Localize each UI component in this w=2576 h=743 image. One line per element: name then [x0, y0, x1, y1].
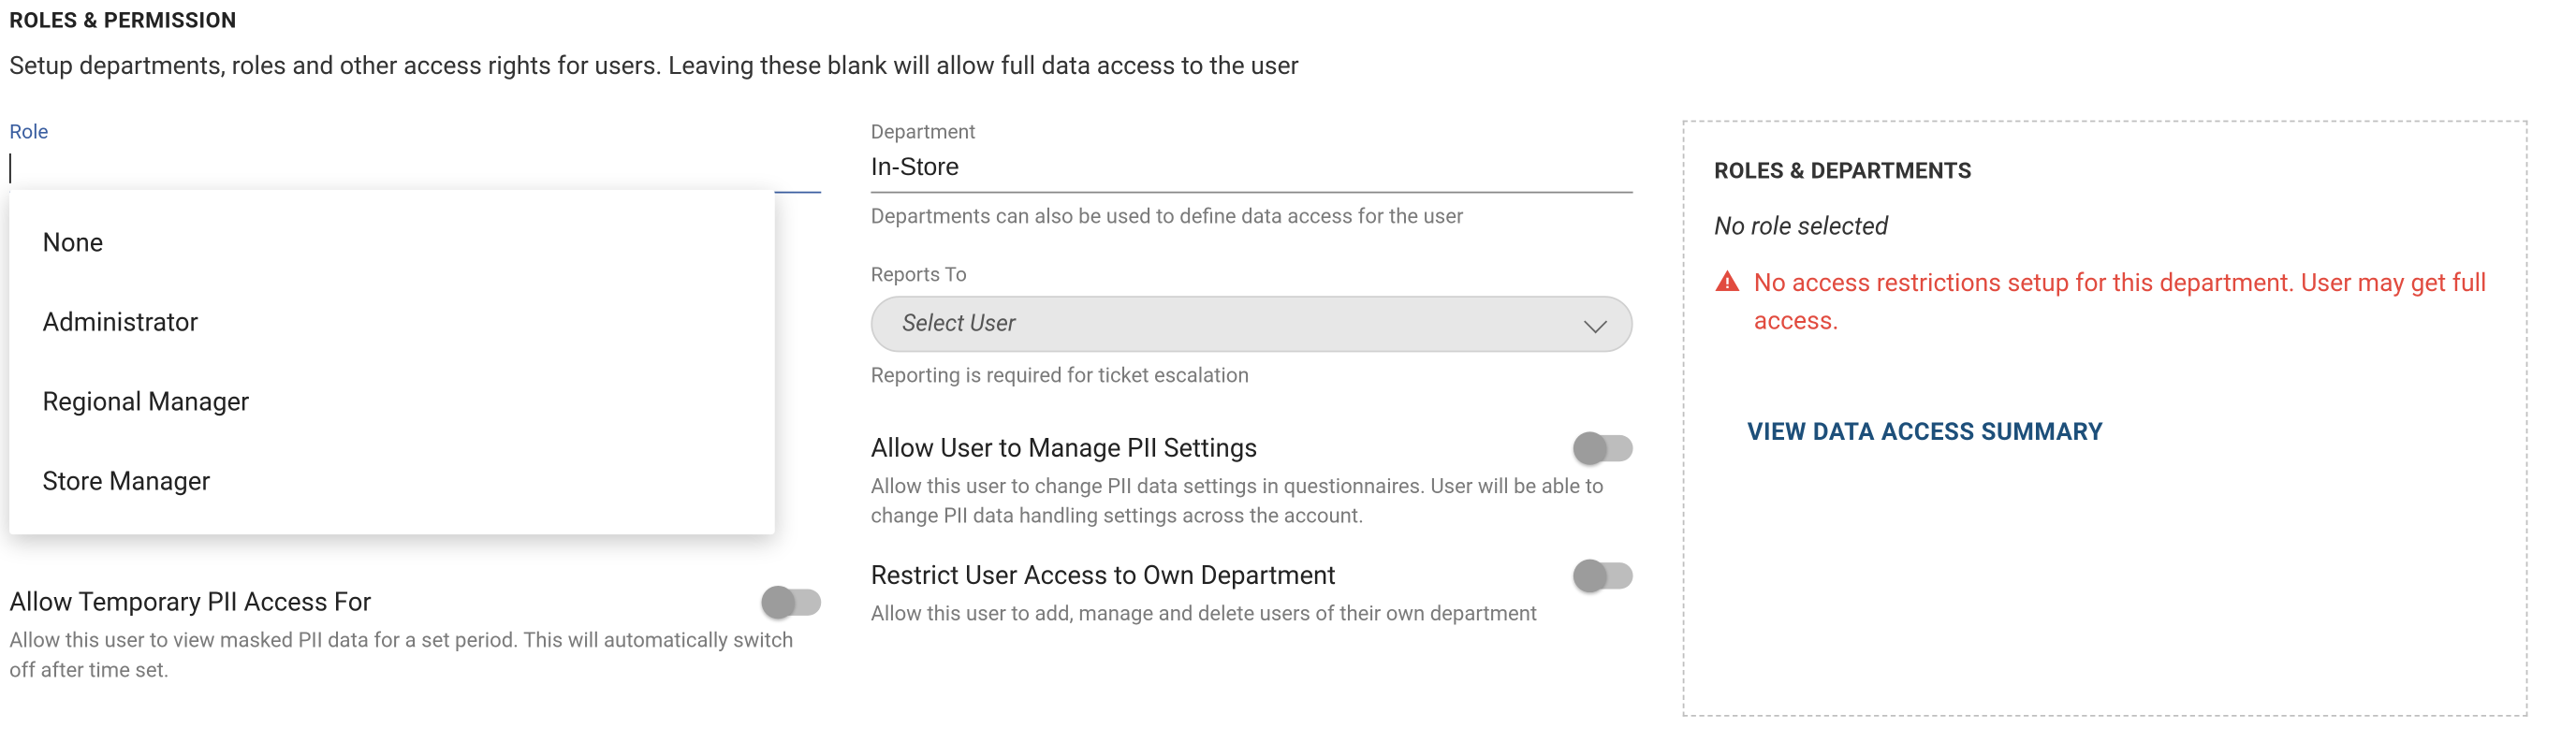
role-option-administrator[interactable]: Administrator: [9, 283, 775, 362]
department-hint: Departments can also be used to define d…: [871, 203, 1632, 232]
role-label: Role: [9, 121, 821, 144]
role-option-store-manager[interactable]: Store Manager: [9, 442, 775, 521]
role-input[interactable]: [9, 147, 821, 194]
warning-icon: [1714, 268, 1740, 294]
department-label: Department: [871, 121, 1632, 144]
role-option-regional-manager[interactable]: Regional Manager: [9, 362, 775, 442]
restrict-dept-toggle[interactable]: [1576, 562, 1632, 589]
role-dropdown: None Administrator Regional Manager Stor…: [9, 190, 775, 534]
reports-to-select[interactable]: Select User: [871, 295, 1632, 351]
section-description: Setup departments, roles and other acces…: [9, 51, 2576, 80]
summary-title: ROLES & DEPARTMENTS: [1714, 158, 2496, 184]
temp-pii-title: Allow Temporary PII Access For: [9, 588, 372, 618]
restrict-dept-title: Restrict User Access to Own Department: [871, 561, 1336, 590]
pii-manage-hint: Allow this user to change PII data setti…: [871, 473, 1632, 532]
text-caret: [9, 153, 11, 182]
pii-manage-toggle[interactable]: [1576, 435, 1632, 461]
reports-to-hint: Reporting is required for ticket escalat…: [871, 361, 1632, 390]
chevron-down-icon: [1584, 309, 1607, 332]
summary-panel: ROLES & DEPARTMENTS No role selected No …: [1683, 121, 2528, 717]
temp-pii-toggle[interactable]: [765, 590, 821, 616]
summary-warning: No access restrictions setup for this de…: [1714, 265, 2496, 340]
pii-manage-title: Allow User to Manage PII Settings: [871, 433, 1257, 463]
reports-to-label: Reports To: [871, 262, 1632, 285]
view-data-access-summary-link[interactable]: VIEW DATA ACCESS SUMMARY: [1748, 418, 2496, 446]
summary-no-role: No role selected: [1714, 211, 2496, 241]
section-title: ROLES & PERMISSION: [9, 9, 2576, 35]
restrict-dept-hint: Allow this user to add, manage and delet…: [871, 601, 1632, 630]
summary-warning-text: No access restrictions setup for this de…: [1754, 265, 2496, 340]
reports-to-placeholder: Select User: [902, 310, 1016, 336]
role-option-none[interactable]: None: [9, 203, 775, 283]
department-input[interactable]: [871, 147, 1632, 194]
temp-pii-hint: Allow this user to view masked PII data …: [9, 627, 821, 685]
